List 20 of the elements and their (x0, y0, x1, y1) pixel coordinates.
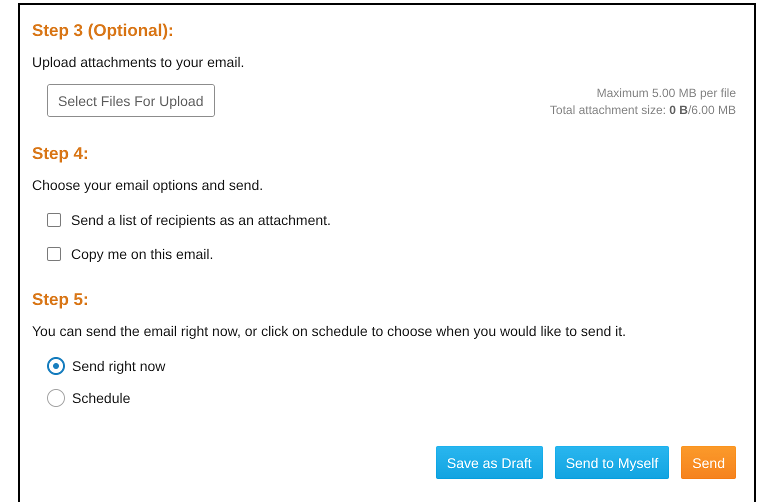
limit-text: Maximum 5.00 MB per file (596, 85, 736, 102)
action-button[interactable]: Save as Draft (436, 446, 543, 479)
step-description: You can send the email right now, or click on schedule to choose when you would like to send it. (32, 322, 628, 340)
limit-text: Total attachment size: 0 B/6.00 MB (550, 102, 736, 119)
checkbox[interactable] (47, 213, 61, 227)
radio-label: Send right now (72, 358, 166, 374)
step-heading: Step 4: (32, 143, 90, 165)
action-button[interactable]: Send to Myself (554, 446, 670, 479)
checkbox[interactable] (47, 247, 61, 261)
radio-button[interactable] (47, 389, 65, 407)
radio-button[interactable] (47, 357, 65, 375)
radio-label: Schedule (72, 390, 130, 406)
step-heading: Step 5: (32, 289, 90, 311)
step-heading: Step 3 (Optional): (32, 20, 175, 42)
checkbox-label: Send a list of recipients as an attachment. (71, 212, 331, 228)
step-description: Choose your email options and send. (32, 176, 264, 194)
send-button[interactable]: Send (681, 446, 736, 479)
checkbox-label: Copy me on this email. (71, 246, 214, 262)
step-description: Upload attachments to your email. (32, 53, 246, 71)
select-files-button[interactable]: Select Files For Upload (47, 84, 215, 117)
